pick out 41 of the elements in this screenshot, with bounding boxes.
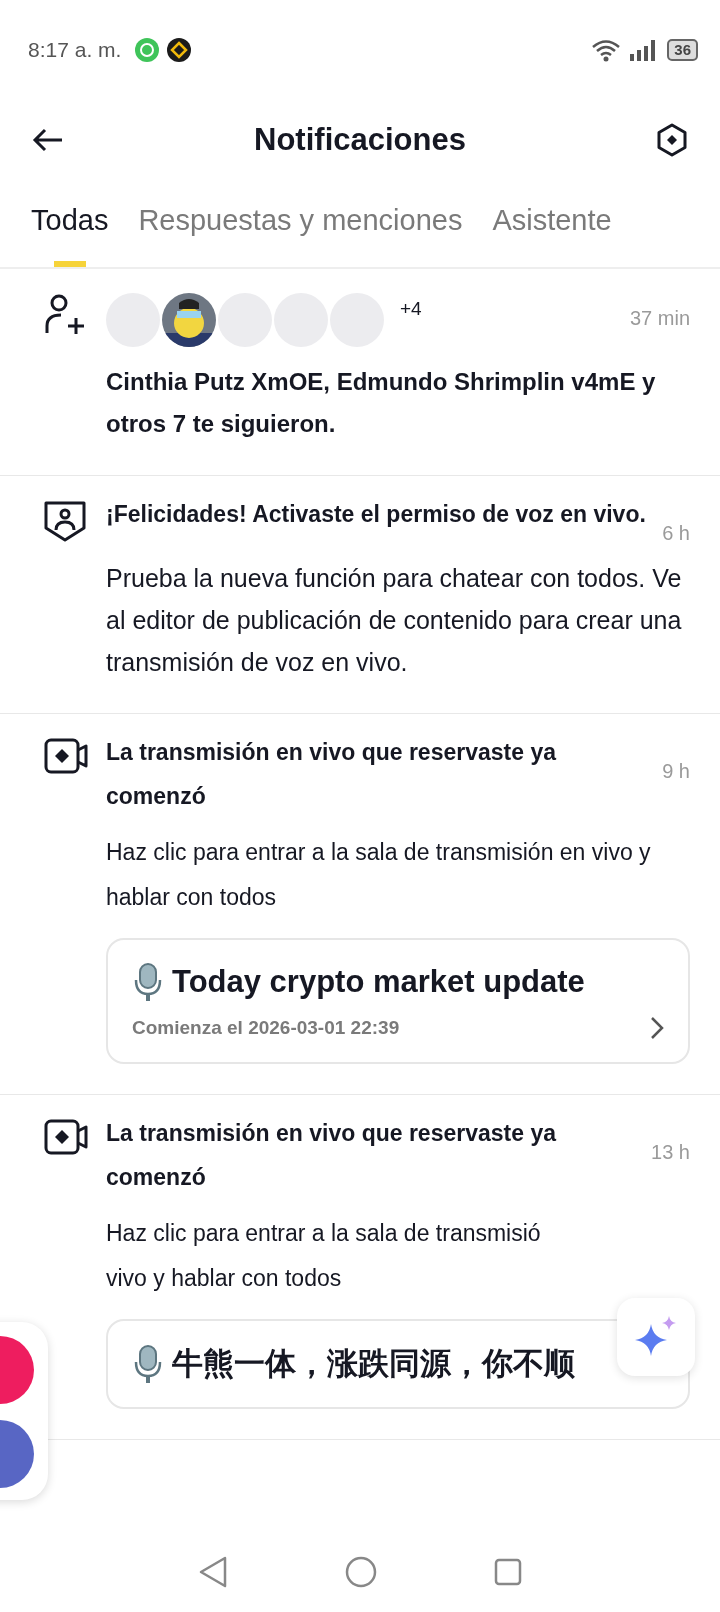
notification-item[interactable]: La transmisión en vivo que reservaste ya comenzó 9 h Haz clic para entrar a la sala de transmisión en vivo y hablar con todos Today crypto market update Comienza el 2026-03-01 22:39	[0, 714, 720, 1095]
tab[interactable]: Todas	[31, 180, 109, 267]
live-title: 牛熊一体，涨跌同源，你不顺	[172, 1345, 575, 1383]
notification-time: 6 h	[662, 522, 690, 545]
back-arrow-icon[interactable]	[32, 128, 64, 152]
live-title: Today crypto market update	[172, 964, 585, 1000]
status-time: 8:17 a. m.	[28, 38, 122, 62]
exchange-app-icon	[167, 38, 192, 62]
tab[interactable]: Asistente	[492, 180, 612, 267]
shield-person-icon	[44, 500, 86, 542]
microphone-icon	[132, 1344, 164, 1384]
microphone-icon	[132, 962, 164, 1002]
notification-body: Prueba la nueva función para chatear con todos. Ve al editor de publicación de contenido para crear una transmisión de voz en vivo.	[106, 563, 683, 678]
notification-item[interactable]: +4 37 min Cinthia Putz XmOE, Edmundo Shrimplin v4mE y otros 7 te siguieron.	[0, 269, 720, 476]
notification-item[interactable]: ¡Felicidades! Activaste el permiso de voz en vivo. 6 h Prueba la nueva función para chatear con todos. Ve al editor de publicación de contenido para crear una transmisión de voz en vivo.	[0, 476, 720, 714]
chat-app-icon	[135, 38, 160, 62]
hexagon-icon[interactable]	[656, 123, 688, 157]
notification-body: Haz clic para entrar a la sala de transmisió	[106, 1219, 542, 1248]
page-title: Notificaciones	[253, 122, 467, 158]
notification-title: La transmisión en vivo que reservaste ya comenzó	[106, 1119, 558, 1192]
recents-nav-icon[interactable]	[493, 1558, 522, 1586]
notification-time: 13 h	[651, 1141, 690, 1164]
notification-title: ¡Felicidades! Activaste el permiso de voz en vivo.	[106, 500, 647, 529]
video-camera-icon	[44, 1119, 88, 1155]
chevron-right-icon	[650, 1016, 664, 1040]
notification-body: vivo y hablar con todos	[106, 1264, 343, 1293]
wifi-icon	[591, 38, 622, 62]
home-nav-icon[interactable]	[345, 1556, 377, 1588]
video-camera-icon	[44, 738, 88, 774]
back-nav-icon[interactable]	[198, 1556, 229, 1588]
battery-level: 36	[667, 39, 698, 61]
notification-title: La transmisión en vivo que reservaste ya comenzó	[106, 738, 558, 811]
notification-text: Cinthia Putz XmOE, Edmundo Shrimplin v4mE y otros 7 te siguieron.	[106, 367, 657, 439]
more-count: +4	[400, 298, 422, 320]
notification-time: 9 h	[662, 760, 690, 783]
notification-body: Haz clic para entrar a la sala de transmisión en vivo y hablar con todos	[106, 838, 652, 912]
live-start-time: Comienza el 2026-03-01 22:39	[132, 1017, 401, 1039]
notification-time: 37 min	[629, 307, 690, 330]
tab[interactable]: Respuestas y menciones	[138, 180, 463, 267]
sparkle-button[interactable]	[617, 1298, 695, 1376]
live-card[interactable]: Today crypto market update Comienza el 2026-03-01 22:39	[106, 938, 690, 1064]
